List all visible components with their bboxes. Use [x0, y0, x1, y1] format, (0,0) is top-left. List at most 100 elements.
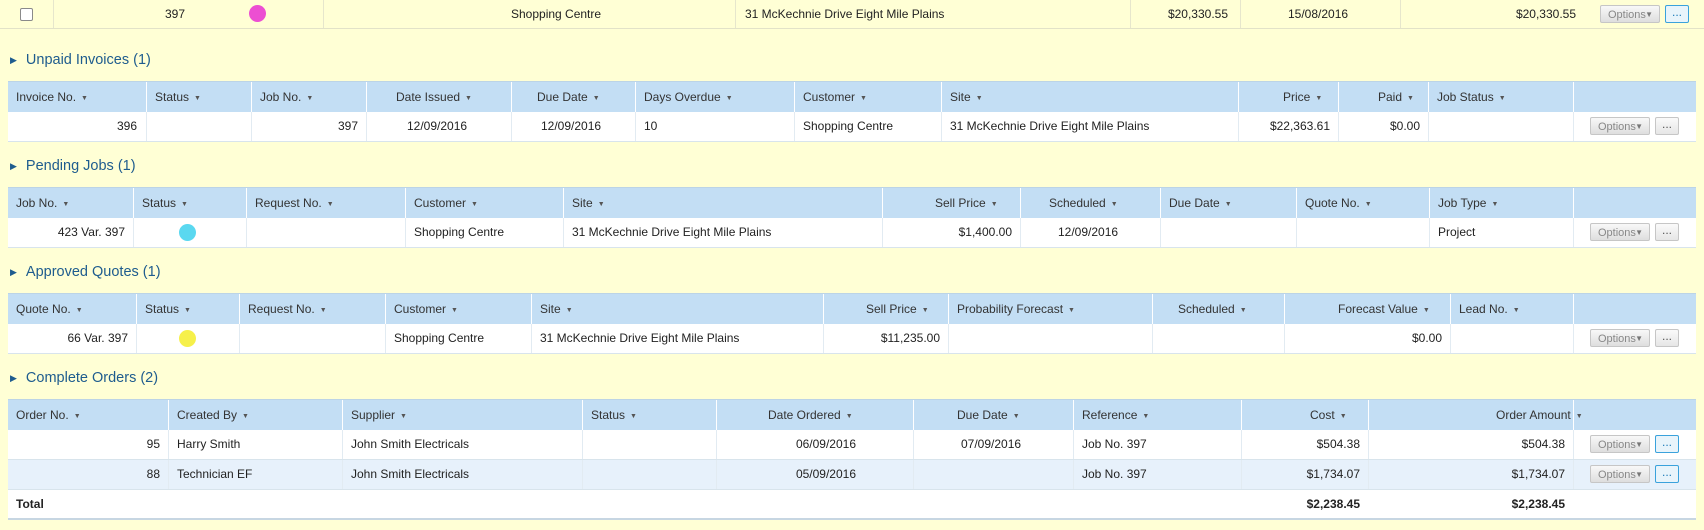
- col-date-issued[interactable]: Date Issued ▼: [396, 82, 472, 112]
- options-button[interactable]: Options ▼: [1590, 117, 1650, 135]
- col-order-no[interactable]: Order No. ▼: [16, 400, 81, 430]
- total-label: Total: [16, 497, 44, 511]
- due-date: 12/09/2016: [541, 119, 602, 133]
- amount2: $20,330.55: [1515, 7, 1576, 21]
- site: 31 McKechnie Drive Eight Mile Plains: [745, 7, 945, 21]
- col-request-no[interactable]: Request No. ▼: [255, 188, 334, 218]
- reference: Job No. 397: [1082, 437, 1147, 451]
- col-job-no[interactable]: Job No. ▼: [16, 188, 69, 218]
- col-reference[interactable]: Reference ▼: [1082, 400, 1149, 430]
- table-header: Invoice No. ▼ Status ▼ Job No. ▼ Date Issue…: [8, 81, 1696, 112]
- chevron-down-icon: ▼: [1635, 228, 1643, 237]
- job-no: 397: [165, 7, 186, 21]
- cost: $1,734.07: [1306, 467, 1360, 481]
- table-row[interactable]: 95 Harry Smith John Smith Electricals 06…: [8, 430, 1696, 460]
- col-supplier[interactable]: Supplier ▼: [351, 400, 407, 430]
- order-amount: $1,734.07: [1511, 467, 1565, 481]
- col-job-no[interactable]: Job No. ▼: [260, 82, 313, 112]
- col-customer[interactable]: Customer ▼: [394, 294, 458, 324]
- chevron-down-icon: ▼: [1645, 10, 1653, 19]
- col-customer[interactable]: Customer ▼: [414, 188, 478, 218]
- more-button[interactable]: ...: [1655, 435, 1679, 453]
- table-header: Order No. ▼ Created By ▼ Supplier ▼ Status ▼…: [8, 399, 1696, 430]
- price: $22,363.61: [1269, 119, 1330, 133]
- col-due-date[interactable]: Due Date ▼: [957, 400, 1020, 430]
- table-row[interactable]: 423 Var. 397 Shopping Centre 31 McKechni…: [8, 218, 1696, 248]
- col-cost[interactable]: Cost ▼: [1310, 400, 1347, 430]
- col-paid[interactable]: Paid ▼: [1378, 82, 1414, 112]
- section-title: Approved Quotes (1): [25, 264, 161, 280]
- col-status[interactable]: Status ▼: [142, 188, 188, 218]
- col-probability-forecast[interactable]: Probability Forecast ▼: [957, 294, 1075, 324]
- col-job-type[interactable]: Job Type ▼: [1438, 188, 1498, 218]
- options-label: Options: [1608, 9, 1646, 21]
- paid: $0.00: [1389, 119, 1420, 133]
- options-button[interactable]: Options ▼: [1590, 465, 1650, 483]
- col-sell-price[interactable]: Sell Price ▼: [935, 188, 998, 218]
- date-ordered: 06/09/2016: [795, 437, 856, 451]
- col-status[interactable]: Status ▼: [591, 400, 637, 430]
- col-due-date[interactable]: Due Date ▼: [1169, 188, 1232, 218]
- col-site[interactable]: Site ▼: [950, 82, 983, 112]
- col-request-no[interactable]: Request No. ▼: [248, 294, 327, 324]
- more-button[interactable]: ...: [1655, 465, 1679, 483]
- expand-triangle-icon: ▶: [10, 55, 17, 65]
- job-no: 423 Var. 397: [57, 225, 125, 239]
- section-unpaid-invoices[interactable]: ▶ Unpaid Invoices (1): [0, 49, 151, 71]
- col-days-overdue[interactable]: Days Overdue ▼: [644, 82, 733, 112]
- status-dot: [179, 224, 196, 241]
- table-row[interactable]: 396 397 12/09/2016 12/09/2016 10 Shoppin…: [8, 112, 1696, 142]
- col-site[interactable]: Site ▼: [540, 294, 573, 324]
- col-quote-no[interactable]: Quote No. ▼: [16, 294, 83, 324]
- more-button[interactable]: ...: [1655, 223, 1679, 241]
- col-job-status[interactable]: Job Status ▼: [1437, 82, 1506, 112]
- expand-triangle-icon: ▶: [10, 161, 17, 171]
- section-title: Pending Jobs (1): [25, 158, 136, 174]
- more-button[interactable]: ...: [1655, 329, 1679, 347]
- site: 31 McKechnie Drive Eight Mile Plains: [572, 225, 772, 239]
- col-customer[interactable]: Customer ▼: [803, 82, 867, 112]
- col-forecast-value[interactable]: Forecast Value ▼: [1338, 294, 1430, 324]
- section-approved-quotes[interactable]: ▶ Approved Quotes (1): [0, 261, 161, 283]
- chevron-down-icon: ▼: [1635, 122, 1643, 131]
- col-price[interactable]: Price ▼: [1283, 82, 1322, 112]
- supplier: John Smith Electricals: [351, 467, 470, 481]
- section-pending-jobs[interactable]: ▶ Pending Jobs (1): [0, 155, 136, 177]
- col-date-ordered[interactable]: Date Ordered ▼: [768, 400, 853, 430]
- site: 31 McKechnie Drive Eight Mile Plains: [540, 331, 740, 345]
- col-quote-no[interactable]: Quote No. ▼: [1305, 188, 1372, 218]
- col-sell-price[interactable]: Sell Price ▼: [866, 294, 929, 324]
- options-button[interactable]: Options ▼: [1590, 329, 1650, 347]
- col-invoice-no[interactable]: Invoice No. ▼: [16, 82, 88, 112]
- col-status[interactable]: Status ▼: [155, 82, 201, 112]
- col-status[interactable]: Status ▼: [145, 294, 191, 324]
- col-site[interactable]: Site ▼: [572, 188, 605, 218]
- total-order-amount: $2,238.45: [1511, 497, 1565, 511]
- status-dot: [249, 5, 266, 22]
- col-scheduled[interactable]: Scheduled ▼: [1049, 188, 1118, 218]
- sell-price: $11,235.00: [880, 331, 940, 345]
- options-button[interactable]: Options ▼: [1590, 435, 1650, 453]
- options-button[interactable]: Options ▼: [1590, 223, 1650, 241]
- table-row[interactable]: 66 Var. 397 Shopping Centre 31 McKechnie…: [8, 324, 1696, 354]
- col-lead-no[interactable]: Lead No. ▼: [1459, 294, 1520, 324]
- col-order-amount[interactable]: Order Amount ▼: [1496, 400, 1583, 430]
- col-scheduled[interactable]: Scheduled ▼: [1178, 294, 1247, 324]
- section-complete-orders[interactable]: ▶ Complete Orders (2): [0, 367, 158, 389]
- table-row[interactable]: 88 Technician EF John Smith Electricals …: [8, 460, 1696, 490]
- more-button[interactable]: ...: [1655, 117, 1679, 135]
- status-dot: [179, 330, 196, 347]
- total-row: Total $2,238.45 $2,238.45: [8, 490, 1696, 520]
- col-created-by[interactable]: Created By ▼: [177, 400, 249, 430]
- job-type: Project: [1438, 225, 1476, 239]
- more-button[interactable]: ...: [1665, 5, 1689, 23]
- options-button[interactable]: Options ▼: [1600, 5, 1660, 23]
- due-date: 07/09/2016: [961, 437, 1022, 451]
- row-select-checkbox[interactable]: [20, 8, 33, 21]
- col-due-date[interactable]: Due Date ▼: [537, 82, 600, 112]
- order-no: 88: [146, 467, 160, 481]
- date-ordered: 05/09/2016: [795, 467, 856, 481]
- supplier: John Smith Electricals: [351, 437, 470, 451]
- table-header: Job No. ▼ Status ▼ Request No. ▼ Customer ▼ …: [8, 187, 1696, 218]
- reference: Job No. 397: [1082, 467, 1147, 481]
